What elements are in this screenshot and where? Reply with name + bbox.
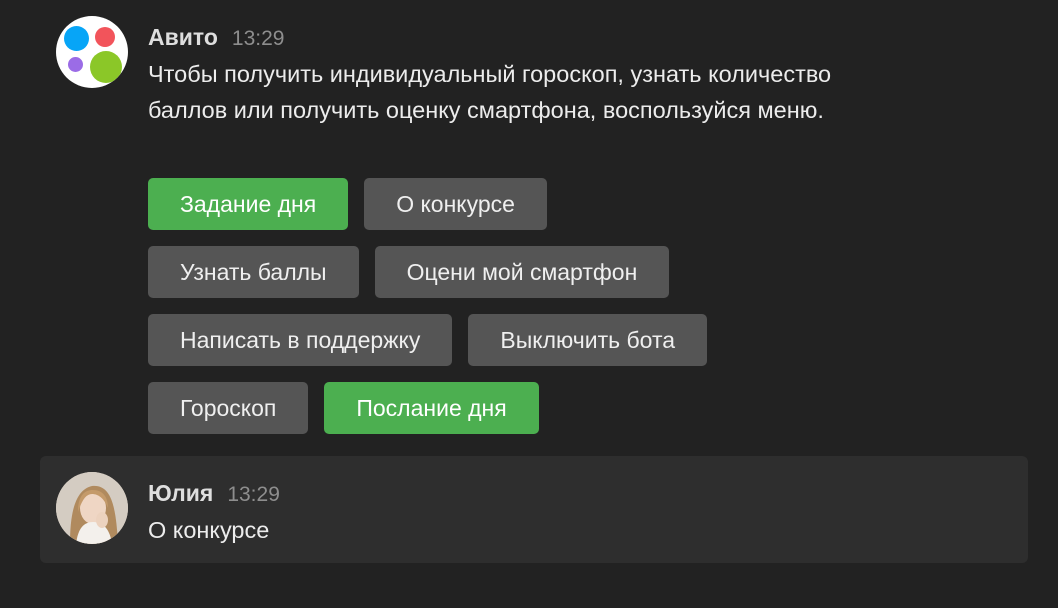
- check-points-button[interactable]: Узнать баллы: [148, 246, 359, 298]
- avito-logo-icon[interactable]: [56, 16, 128, 88]
- rate-smartphone-button[interactable]: Оцени мой смартфон: [374, 246, 670, 298]
- keyboard-row: Гороскоп Послание дня: [148, 382, 707, 434]
- bot-message-header: Авито 13:29: [148, 24, 284, 51]
- disable-bot-button[interactable]: Выключить бота: [468, 314, 708, 366]
- user-message-text: О конкурсе: [148, 517, 270, 543]
- bot-message-text: Чтобы получить индивидуальный гороскоп, …: [148, 61, 832, 123]
- bot-keyboard: Задание дня О конкурсе Узнать баллы Оцен…: [148, 178, 708, 450]
- task-of-the-day-button[interactable]: Задание дня: [148, 178, 349, 230]
- bot-message-time: 13:29: [231, 27, 285, 50]
- horoscope-button[interactable]: Гороскоп: [148, 382, 309, 434]
- bot-message: Авито 13:29 Чтобы получить индивидуальны…: [40, 6, 1028, 446]
- keyboard-row: Написать в поддержку Выключить бота: [148, 314, 708, 366]
- user-avatar[interactable]: [56, 472, 128, 544]
- about-contest-button[interactable]: О конкурсе: [364, 178, 547, 230]
- user-photo-avatar: [56, 472, 128, 544]
- user-message-header: Юлия 13:29: [148, 480, 280, 507]
- bot-author-name[interactable]: Авито: [148, 24, 218, 51]
- logo-blue-dot: [64, 26, 89, 51]
- contact-support-button[interactable]: Написать в поддержку: [148, 314, 453, 366]
- user-message: Юлия 13:29 О конкурсе: [40, 456, 1028, 563]
- user-author-name[interactable]: Юлия: [148, 480, 213, 507]
- message-of-the-day-button[interactable]: Послание дня: [324, 382, 539, 434]
- chat-view: Авито 13:29 Чтобы получить индивидуальны…: [0, 0, 1058, 608]
- keyboard-row: Узнать баллы Оцени мой смартфон: [148, 246, 707, 298]
- logo-green-dot: [90, 51, 122, 83]
- logo-purple-dot: [68, 57, 83, 72]
- keyboard-row: Задание дня О конкурсе: [148, 178, 707, 230]
- user-message-time: 13:29: [227, 483, 280, 506]
- logo-red-dot: [95, 27, 115, 47]
